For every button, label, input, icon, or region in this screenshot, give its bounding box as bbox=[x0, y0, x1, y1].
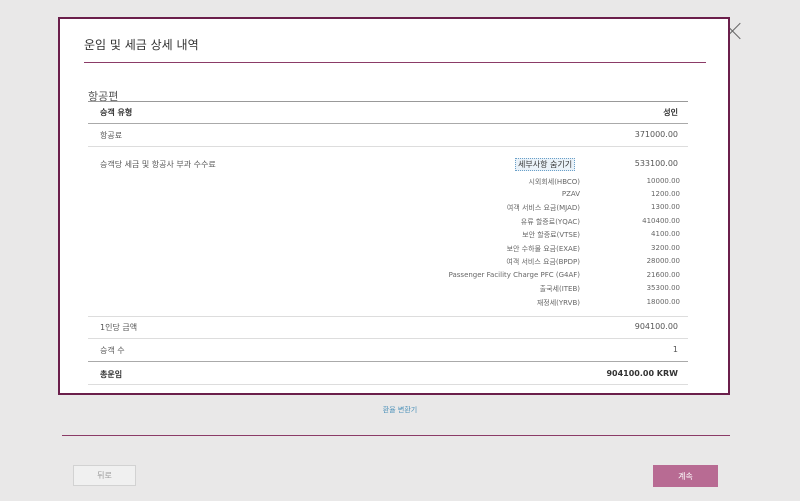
tax-detail-value: 4100.00 bbox=[651, 230, 680, 238]
tax-detail-name: 재정세(YRVB) bbox=[536, 299, 580, 307]
tax-detail-value: 28000.00 bbox=[646, 257, 680, 265]
row-divider bbox=[88, 123, 688, 124]
tax-detail-name: 출국세(ITEB) bbox=[539, 285, 580, 293]
hide-details-link[interactable]: 세부사항 숨기기 bbox=[515, 158, 576, 171]
tax-detail-name: 보안 할증료(VTSE) bbox=[522, 231, 580, 239]
tax-detail-value: 10000.00 bbox=[646, 177, 680, 185]
airfare-label: 항공료 bbox=[100, 131, 123, 140]
taxes-value: 533100.00 bbox=[634, 159, 678, 168]
tax-detail-value: 21600.00 bbox=[646, 271, 680, 279]
airfare-value: 371000.00 bbox=[634, 130, 678, 139]
row-divider bbox=[88, 316, 688, 317]
footer-divider bbox=[62, 435, 730, 436]
section-divider bbox=[88, 101, 688, 102]
passenger-count-value: 1 bbox=[672, 345, 678, 354]
tax-detail-name: 여객 서비스 요금(BPDP) bbox=[506, 258, 580, 266]
back-button[interactable]: 뒤로 bbox=[73, 465, 136, 486]
per-person-label: 1인당 금액 bbox=[100, 323, 138, 332]
fare-details-modal: 운임 및 세금 상세 내역 항공편 승객 유형 성인 항공료 371000.00… bbox=[58, 17, 730, 395]
continue-button[interactable]: 계속 bbox=[653, 465, 718, 487]
tax-detail-name: 여객 서비스 요금(MJAD) bbox=[506, 204, 580, 212]
row-divider bbox=[88, 384, 688, 385]
taxes-label: 승객당 세금 및 항공사 부과 수수료 bbox=[100, 160, 216, 169]
tax-detail-value: 1300.00 bbox=[651, 203, 680, 211]
total-label: 총운임 bbox=[100, 370, 123, 379]
tax-detail-value: 35300.00 bbox=[646, 284, 680, 292]
currency-converter-link[interactable]: 환율 변환기 bbox=[0, 405, 800, 415]
tax-detail-name: 유류 할증료(YQAC) bbox=[520, 218, 580, 226]
row-divider bbox=[88, 146, 688, 147]
tax-detail-name: 시외회세(HBCO) bbox=[528, 178, 580, 186]
tax-detail-value: 1200.00 bbox=[651, 190, 680, 198]
tax-detail-value: 410400.00 bbox=[642, 217, 680, 225]
total-value: 904100.00 KRW bbox=[606, 369, 678, 378]
passenger-type-value: 성인 bbox=[663, 108, 678, 117]
tax-detail-value: 3200.00 bbox=[651, 244, 680, 252]
tax-detail-name: PZAV bbox=[561, 190, 580, 198]
row-divider bbox=[88, 338, 688, 339]
passenger-count-label: 승객 수 bbox=[100, 346, 125, 355]
per-person-value: 904100.00 bbox=[634, 322, 678, 331]
passenger-type-label: 승객 유형 bbox=[100, 108, 133, 117]
tax-detail-name: 보안 수하물 요금(EXAE) bbox=[506, 245, 580, 253]
tax-detail-value: 18000.00 bbox=[646, 298, 680, 306]
tax-detail-name: Passenger Facility Charge PFC (G4AF) bbox=[448, 271, 580, 279]
title-divider bbox=[84, 62, 706, 63]
row-divider bbox=[88, 361, 688, 362]
modal-title: 운임 및 세금 상세 내역 bbox=[84, 38, 199, 52]
